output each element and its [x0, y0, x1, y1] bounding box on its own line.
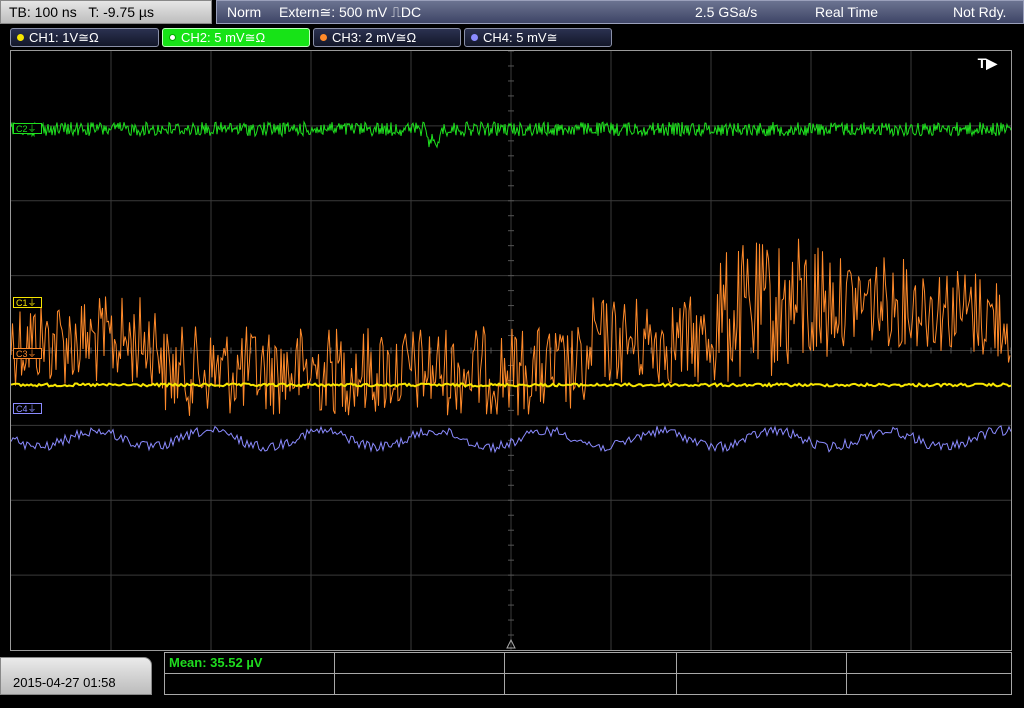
channel-4-color-dot	[471, 34, 478, 41]
trigger-status-bar[interactable]: Norm Extern≅: 500 mV ⎍DC 2.5 GSa/s Real …	[216, 0, 1024, 24]
sample-rate[interactable]: 2.5 GSa/s	[695, 1, 757, 23]
channel-4-button[interactable]: CH4: 5 mV≅	[464, 28, 612, 47]
channel-3-offset-label[interactable]: C3⏚	[13, 348, 42, 359]
channel-3-label: CH3: 2 mV≅Ω	[332, 30, 417, 45]
measurement-cell[interactable]	[847, 653, 1011, 674]
measurement-cell[interactable]	[165, 674, 335, 695]
channel-2-color-dot	[169, 34, 176, 41]
channel-bar: CH1: 1V≅Ω CH2: 5 mV≅Ω CH3: 2 mV≅Ω CH4: 5…	[0, 26, 1024, 48]
channel-2-label: CH2: 5 mV≅Ω	[181, 30, 266, 45]
ready-state: Not Rdy.	[953, 4, 1007, 20]
channel-4-offset-label[interactable]: C4⏚	[13, 403, 42, 414]
trigger-time-value: T: -9.75 µs	[88, 4, 154, 20]
trigger-position-marker[interactable]: T▶	[978, 55, 997, 72]
channel-1-button[interactable]: CH1: 1V≅Ω	[10, 28, 159, 47]
measurement-cell[interactable]	[677, 674, 847, 695]
channel-3-color-dot	[320, 34, 327, 41]
measurement-cell[interactable]	[335, 653, 505, 674]
measurement-cell[interactable]	[335, 674, 505, 695]
measurement-cell[interactable]	[677, 653, 847, 674]
timebase-panel[interactable]: TB: 100 ns T: -9.75 µs	[0, 0, 212, 24]
measurement-table: Mean: 35.52 µV	[164, 652, 1012, 695]
channel-1-offset-label[interactable]: C1⏚	[13, 297, 42, 308]
channel-1-label: CH1: 1V≅Ω	[29, 30, 99, 45]
waveform-graticule	[11, 51, 1011, 650]
acquisition-mode[interactable]: Real Time	[815, 1, 878, 23]
channel-4-label: CH4: 5 mV≅	[483, 30, 558, 45]
channel-2-button[interactable]: CH2: 5 mV≅Ω	[162, 28, 310, 47]
timebase-value: TB: 100 ns	[9, 4, 77, 20]
measurement-cell[interactable]	[505, 653, 677, 674]
measurement-mean[interactable]: Mean: 35.52 µV	[165, 653, 335, 674]
trigger-source[interactable]: Extern≅: 500 mV ⎍DC	[279, 1, 421, 23]
channel-1-color-dot	[17, 34, 24, 41]
waveform-display[interactable]: T▶ C2⏚ C1⏚ C3⏚ C4⏚	[10, 50, 1012, 651]
channel-3-button[interactable]: CH3: 2 mV≅Ω	[313, 28, 461, 47]
trigger-mode[interactable]: Norm	[227, 1, 261, 23]
channel-2-offset-label[interactable]: C2⏚	[13, 123, 42, 134]
date-time: 2015-04-27 01:58	[0, 657, 152, 695]
measurement-cell[interactable]	[847, 674, 1011, 695]
measurement-cell[interactable]	[505, 674, 677, 695]
